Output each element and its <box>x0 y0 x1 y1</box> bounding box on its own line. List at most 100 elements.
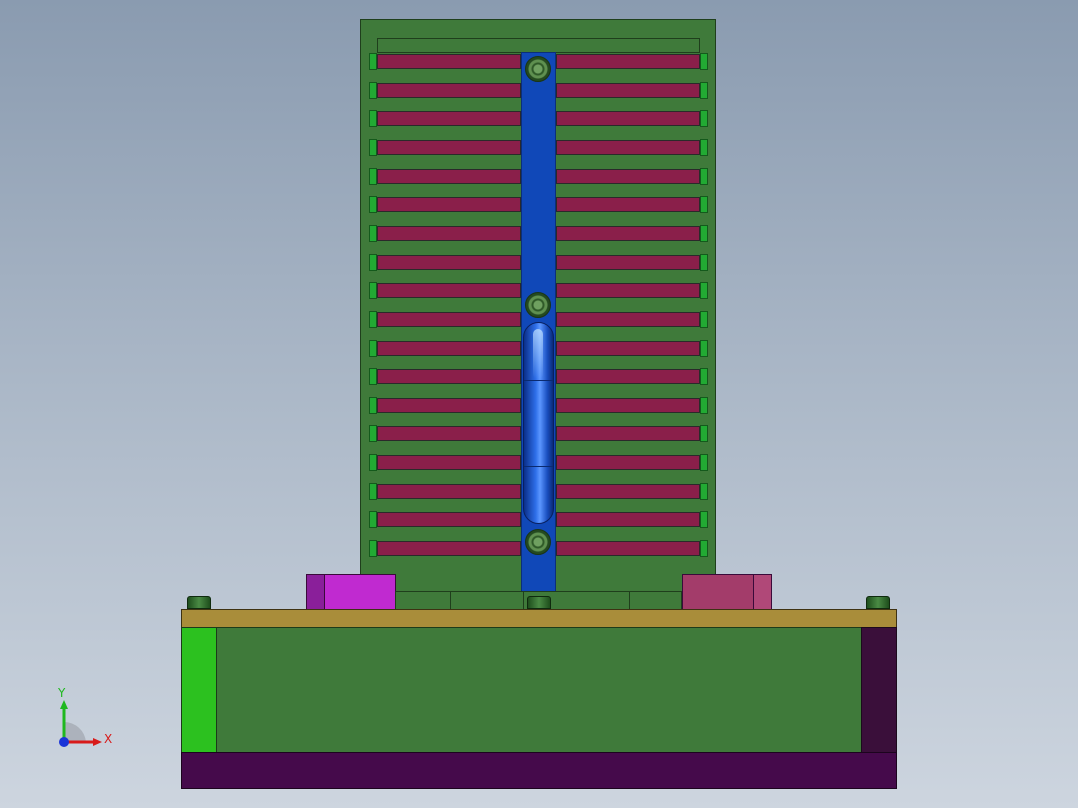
locating-pin-left[interactable] <box>187 596 211 609</box>
fin-tab-right <box>700 397 708 414</box>
fin-right[interactable] <box>556 541 700 556</box>
fin-tab-left <box>369 454 377 471</box>
locating-pin-right[interactable] <box>866 596 890 609</box>
fin-right[interactable] <box>556 426 700 441</box>
fin-left[interactable] <box>377 426 521 441</box>
fin-left[interactable] <box>377 312 521 327</box>
fin-left[interactable] <box>377 455 521 470</box>
base-block[interactable] <box>181 627 897 753</box>
fin-tab-right <box>700 425 708 442</box>
fin-tab-right <box>700 196 708 213</box>
fin-left[interactable] <box>377 541 521 556</box>
axis-triad: Y X <box>48 684 118 754</box>
fin-right[interactable] <box>556 197 700 212</box>
fin-tab-right <box>700 454 708 471</box>
fin-tab-left <box>369 540 377 557</box>
strip-divider <box>629 592 630 609</box>
fin-right[interactable] <box>556 512 700 527</box>
base-left-end[interactable] <box>181 627 217 753</box>
fin-right[interactable] <box>556 226 700 241</box>
fin-tab-left <box>369 282 377 299</box>
top-plate[interactable] <box>181 609 897 628</box>
left-clamp-block[interactable] <box>324 574 396 610</box>
handle-seam <box>524 466 553 467</box>
fin-tab-right <box>700 168 708 185</box>
fin-tab-left <box>369 511 377 528</box>
housing-top-frame <box>377 38 700 53</box>
strip-divider <box>523 592 524 609</box>
base-bottom-plate[interactable] <box>181 752 897 789</box>
fin-tab-right <box>700 110 708 127</box>
left-clamp-side[interactable] <box>306 574 325 610</box>
fin-left[interactable] <box>377 169 521 184</box>
fin-tab-left <box>369 225 377 242</box>
x-axis-label: X <box>104 732 113 746</box>
fin-right[interactable] <box>556 169 700 184</box>
fin-tab-right <box>700 139 708 156</box>
fin-tab-left <box>369 110 377 127</box>
fin-left[interactable] <box>377 512 521 527</box>
x-axis-arrowhead-icon <box>93 738 102 746</box>
fin-left[interactable] <box>377 83 521 98</box>
fin-tab-left <box>369 397 377 414</box>
fin-left[interactable] <box>377 54 521 69</box>
fin-tab-right <box>700 368 708 385</box>
screw-bottom-icon[interactable] <box>525 529 551 555</box>
fin-right[interactable] <box>556 111 700 126</box>
fin-left[interactable] <box>377 484 521 499</box>
fin-right[interactable] <box>556 455 700 470</box>
fin-tab-left <box>369 254 377 271</box>
fin-left[interactable] <box>377 341 521 356</box>
fin-right[interactable] <box>556 283 700 298</box>
fin-left[interactable] <box>377 255 521 270</box>
fin-right[interactable] <box>556 83 700 98</box>
fin-right[interactable] <box>556 484 700 499</box>
fin-left[interactable] <box>377 369 521 384</box>
fin-tab-right <box>700 82 708 99</box>
fin-tab-right <box>700 483 708 500</box>
fin-left[interactable] <box>377 283 521 298</box>
fin-tab-left <box>369 168 377 185</box>
handle-seam <box>524 380 553 381</box>
fin-tab-right <box>700 282 708 299</box>
fin-tab-right <box>700 340 708 357</box>
fin-right[interactable] <box>556 140 700 155</box>
fin-tab-right <box>700 254 708 271</box>
fin-tab-left <box>369 311 377 328</box>
fin-left[interactable] <box>377 140 521 155</box>
fin-tab-right <box>700 53 708 70</box>
right-clamp-side[interactable] <box>753 574 772 610</box>
fin-tab-left <box>369 483 377 500</box>
fin-tab-left <box>369 368 377 385</box>
blue-handle[interactable] <box>523 322 554 524</box>
fin-tab-left <box>369 425 377 442</box>
fin-tab-right <box>700 311 708 328</box>
fin-left[interactable] <box>377 398 521 413</box>
screw-top-icon[interactable] <box>525 56 551 82</box>
fin-right[interactable] <box>556 54 700 69</box>
handle-highlight <box>533 329 543 379</box>
screw-middle-icon[interactable] <box>525 292 551 318</box>
fin-right[interactable] <box>556 341 700 356</box>
fin-right[interactable] <box>556 398 700 413</box>
base-right-end[interactable] <box>861 627 897 753</box>
fin-right[interactable] <box>556 369 700 384</box>
cad-viewport[interactable]: Y X <box>0 0 1078 808</box>
strip-divider <box>450 592 451 609</box>
fin-right[interactable] <box>556 312 700 327</box>
fin-left[interactable] <box>377 197 521 212</box>
z-axis-dot-icon <box>59 737 69 747</box>
fin-right[interactable] <box>556 255 700 270</box>
fin-tab-left <box>369 139 377 156</box>
fin-tab-left <box>369 82 377 99</box>
fin-tab-left <box>369 196 377 213</box>
fin-tab-right <box>700 540 708 557</box>
fin-tab-right <box>700 511 708 528</box>
fin-left[interactable] <box>377 111 521 126</box>
fin-left[interactable] <box>377 226 521 241</box>
y-axis-label: Y <box>58 686 66 700</box>
fin-tab-left <box>369 53 377 70</box>
y-axis-arrowhead-icon <box>60 700 68 709</box>
locating-pin-center[interactable] <box>527 596 551 609</box>
right-clamp-block[interactable] <box>682 574 754 610</box>
